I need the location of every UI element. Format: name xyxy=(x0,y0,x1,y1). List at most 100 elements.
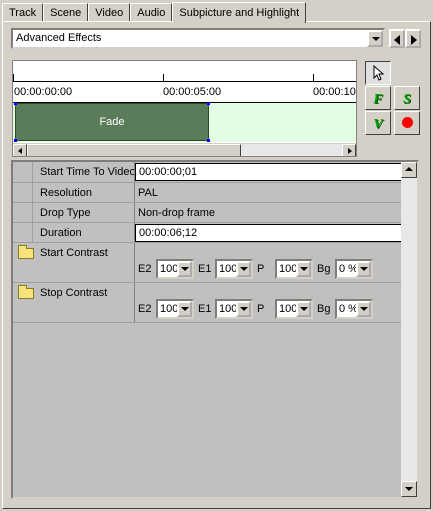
resolution-value: PAL xyxy=(138,187,158,199)
stop-e2-select[interactable]: 100 xyxy=(156,299,194,319)
timeline-scrollbar[interactable] xyxy=(13,143,356,156)
stop-e1-select[interactable]: 100 xyxy=(215,299,253,319)
ruler-tick-label: 00:00:05:00 xyxy=(163,86,222,98)
effects-dropdown[interactable]: Advanced Effects xyxy=(11,28,385,49)
row-gutter xyxy=(13,183,33,202)
property-grid-scrollbar[interactable] xyxy=(401,162,417,497)
tab-audio[interactable]: Audio xyxy=(130,3,173,22)
pointer-icon xyxy=(373,64,385,81)
select-value: 100 xyxy=(160,263,179,275)
timeline: 00:00:00:00 00:00:05:00 00:00:10 Fade xyxy=(12,60,357,157)
ruler-tick xyxy=(313,74,314,82)
select-value: 100 xyxy=(160,303,179,315)
select-button[interactable] xyxy=(296,261,311,277)
column-divider xyxy=(134,283,135,322)
s-tool-button[interactable]: S xyxy=(394,86,420,110)
next-button[interactable] xyxy=(405,29,421,48)
tab-subpicture-highlight[interactable]: Subpicture and Highlight xyxy=(172,2,307,23)
clip-handle[interactable] xyxy=(207,102,210,105)
select-button[interactable] xyxy=(356,261,371,277)
chevron-down-icon xyxy=(181,267,189,271)
stop-bg-select[interactable]: 0 % xyxy=(335,299,373,319)
arrow-right-icon xyxy=(348,148,352,154)
ruler-line xyxy=(13,81,356,82)
effects-dropdown-value: Advanced Effects xyxy=(16,32,102,44)
drop-type-value: Non-drop frame xyxy=(138,207,216,219)
start-e2-select[interactable]: 100 xyxy=(156,259,194,279)
folder-icon[interactable] xyxy=(18,245,34,259)
select-button[interactable] xyxy=(236,261,251,277)
previous-button[interactable] xyxy=(389,29,405,48)
f-tool-button[interactable]: F xyxy=(365,86,391,110)
start-p-select[interactable]: 100 xyxy=(275,259,313,279)
tab-scene[interactable]: Scene xyxy=(43,3,89,22)
arrow-up-icon xyxy=(405,167,413,171)
ruler-tick-label: 00:00:00:00 xyxy=(14,86,73,98)
select-value: 100 xyxy=(279,263,298,275)
e1-label: E1 xyxy=(198,263,212,275)
arrow-down-icon xyxy=(405,487,413,491)
v-tool-button[interactable]: V xyxy=(365,111,391,135)
property-label: Start Time To Video xyxy=(40,166,136,178)
clip-handle[interactable] xyxy=(14,102,17,105)
start-bg-select[interactable]: 0 % xyxy=(335,259,373,279)
row-gutter xyxy=(13,203,33,222)
chevron-down-icon xyxy=(240,307,248,311)
property-row-start-time: Start Time To Video 00:00:00;01 xyxy=(13,162,403,183)
tab-track[interactable]: Track xyxy=(2,3,44,22)
stop-p-select[interactable]: 100 xyxy=(275,299,313,319)
chevron-down-icon xyxy=(372,37,380,41)
f-label: F xyxy=(373,92,383,107)
time-ruler[interactable]: 00:00:00:00 00:00:05:00 00:00:10 xyxy=(13,61,356,103)
pointer-tool-button[interactable] xyxy=(365,61,391,85)
select-button[interactable] xyxy=(356,301,371,317)
bg-label: Bg xyxy=(317,303,331,315)
property-label: Start Contrast xyxy=(40,247,108,259)
tab-strip: Track Scene Video Audio Subpicture and H… xyxy=(2,0,307,23)
select-button[interactable] xyxy=(177,301,192,317)
chevron-down-icon xyxy=(240,267,248,271)
effect-track[interactable]: Fade xyxy=(13,102,356,142)
select-button[interactable] xyxy=(236,301,251,317)
clip-label: Fade xyxy=(99,116,125,128)
column-divider xyxy=(134,203,135,222)
property-row-duration: Duration 00:00:06;12 xyxy=(13,223,403,243)
arrow-left-icon xyxy=(18,148,22,154)
v-label: V xyxy=(373,117,383,132)
scroll-up-button[interactable] xyxy=(401,162,417,178)
effects-dropdown-button[interactable] xyxy=(367,30,383,47)
record-icon xyxy=(401,117,413,128)
chevron-down-icon xyxy=(300,267,308,271)
row-gutter xyxy=(13,223,33,242)
select-value: 100 xyxy=(279,303,298,315)
bg-label: Bg xyxy=(317,263,331,275)
clip-handle[interactable] xyxy=(14,139,17,142)
scroll-left-button[interactable] xyxy=(13,144,27,156)
column-divider xyxy=(134,243,135,282)
s-label: S xyxy=(403,92,411,107)
column-divider xyxy=(134,183,135,202)
fade-clip[interactable]: Fade xyxy=(15,103,209,141)
property-row-resolution: Resolution PAL xyxy=(13,183,403,203)
chevron-down-icon xyxy=(181,307,189,311)
property-row-drop-type: Drop Type Non-drop frame xyxy=(13,203,403,223)
select-button[interactable] xyxy=(177,261,192,277)
scroll-down-button[interactable] xyxy=(401,481,417,497)
folder-icon[interactable] xyxy=(18,285,34,299)
scroll-thumb[interactable] xyxy=(27,144,241,156)
scroll-right-button[interactable] xyxy=(342,144,356,156)
p-label: P xyxy=(257,263,265,275)
record-button[interactable] xyxy=(394,111,420,135)
select-button[interactable] xyxy=(296,301,311,317)
property-label: Stop Contrast xyxy=(40,287,108,299)
clip-handle[interactable] xyxy=(207,139,210,142)
ruler-tick-label: 00:00:10 xyxy=(313,86,356,98)
duration-field[interactable]: 00:00:06;12 xyxy=(135,224,403,242)
tab-video[interactable]: Video xyxy=(88,3,131,22)
ruler-tick xyxy=(13,74,14,82)
start-e1-select[interactable]: 100 xyxy=(215,259,253,279)
e1-label: E1 xyxy=(198,303,212,315)
property-label: Drop Type xyxy=(40,207,91,219)
property-label: Resolution xyxy=(40,187,92,199)
start-time-field[interactable]: 00:00:00;01 xyxy=(135,163,403,181)
